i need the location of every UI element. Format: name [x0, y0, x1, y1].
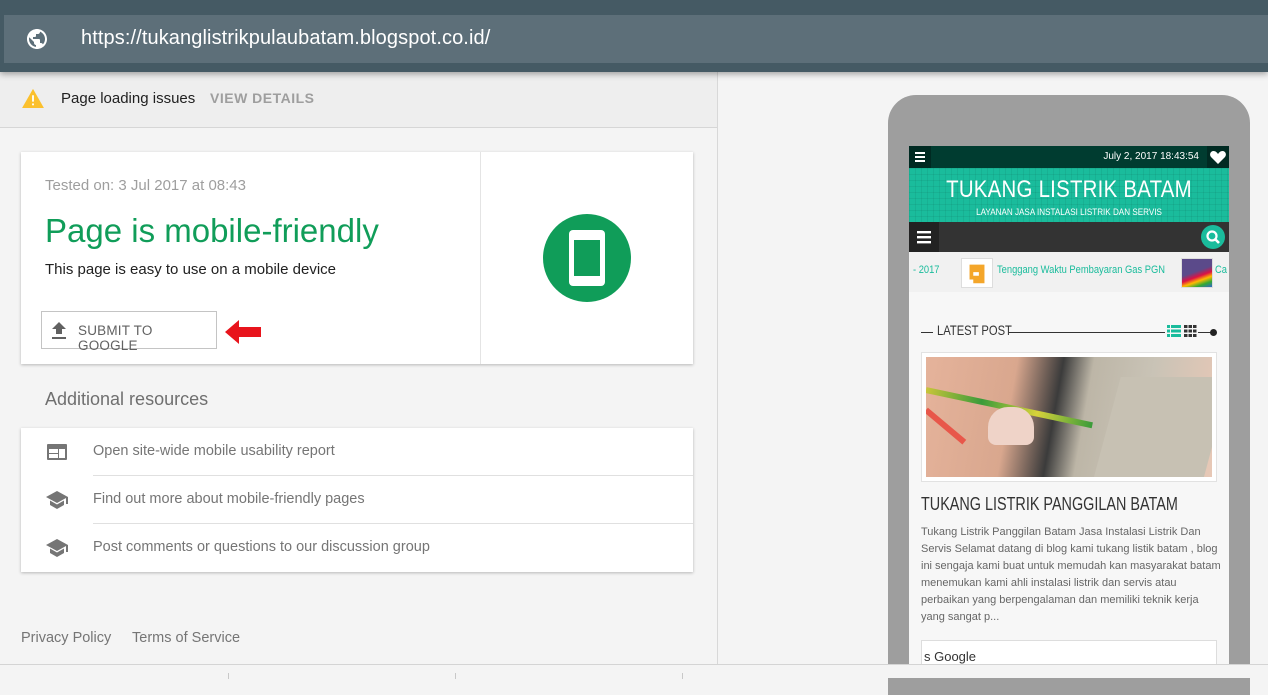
divider [228, 673, 229, 679]
preview-site-title: TUKANG LISTRIK BATAM [946, 176, 1192, 203]
ticker-item: Ca [1215, 264, 1227, 276]
page-loading-issues-bar: Page loading issues VIEW DETAILS [0, 72, 717, 128]
google-widget: s Google [921, 640, 1217, 664]
wire-stripping-photo [926, 357, 1212, 477]
paypal-thumbnail [1181, 258, 1213, 288]
bottom-strip [0, 664, 1268, 679]
submit-label: SUBMIT TO GOOGLE [78, 323, 153, 353]
upload-icon [52, 322, 66, 339]
divider [455, 673, 456, 679]
list-view-icon [1167, 325, 1181, 337]
web-layout-icon [47, 444, 67, 460]
resource-item-learn-more[interactable]: Find out more about mobile-friendly page… [21, 476, 693, 524]
result-card: Tested on: 3 Jul 2017 at 08:43 Page is m… [21, 152, 693, 364]
preview-site-header: TUKANG LISTRIK BATAM LAYANAN JASA INSTAL… [909, 168, 1229, 222]
submit-to-google-button[interactable]: SUBMIT TO GOOGLE [41, 311, 217, 353]
resource-item-discussion-group[interactable]: Post comments or questions to our discus… [21, 524, 693, 572]
school-icon [46, 491, 68, 509]
globe-icon [27, 29, 47, 49]
mobile-friendly-badge [543, 214, 631, 302]
resource-item-usability-report[interactable]: Open site-wide mobile usability report [21, 428, 693, 476]
post-excerpt: Tukang Listrik Panggilan Batam Jasa Inst… [921, 526, 1221, 623]
smartphone-icon [569, 230, 605, 286]
mobile-preview-screen: July 2, 2017 18:43:54 TUKANG LISTRIK BAT… [909, 146, 1229, 664]
grid-view-icon [1184, 325, 1197, 337]
hamburger-menu-icon [909, 222, 939, 252]
url-field[interactable]: https://tukanglistrikpulaubatam.blogspot… [4, 15, 1268, 63]
latest-post-heading: LATEST POST [921, 320, 1217, 340]
post-thumbnail [921, 352, 1217, 482]
terms-of-service-link[interactable]: Terms of Service [132, 630, 240, 646]
url-text: https://tukanglistrikpulaubatam.blogspot… [81, 27, 491, 49]
search-icon [1201, 225, 1225, 249]
result-summary: Tested on: 3 Jul 2017 at 08:43 Page is m… [21, 152, 481, 364]
preview-nav [909, 222, 1229, 252]
resource-label: Post comments or questions to our discus… [93, 539, 430, 555]
heart-icon [1207, 146, 1229, 168]
google-widget-text: s Google [924, 649, 977, 664]
tested-on-text: Tested on: 3 Jul 2017 at 08:43 [45, 177, 246, 194]
heading-dot [1210, 329, 1217, 336]
heading-line [921, 332, 933, 333]
preview-ticker: - 2017 Tenggang Waktu Pembayaran Gas PGN… [909, 252, 1229, 292]
resource-label: Open site-wide mobile usability report [93, 443, 335, 459]
red-arrow-annotation [225, 320, 261, 344]
gas-logo-thumbnail [961, 258, 993, 288]
footer-links: Privacy Policy Terms of Service [21, 630, 257, 646]
warning-icon [22, 88, 44, 108]
ticker-item: Tenggang Waktu Pembayaran Gas PGN [997, 264, 1166, 276]
result-description: This page is easy to use on a mobile dev… [45, 261, 336, 278]
issues-label: Page loading issues [61, 90, 196, 107]
school-icon [46, 539, 68, 557]
result-headline: Page is mobile-friendly [45, 212, 379, 249]
view-details-link[interactable]: VIEW DETAILS [210, 90, 315, 106]
url-bar: https://tukanglistrikpulaubatam.blogspot… [0, 0, 1268, 72]
preview-date: July 2, 2017 18:43:54 [1103, 151, 1199, 162]
heading-line [1009, 332, 1165, 333]
additional-resources-heading: Additional resources [45, 389, 209, 409]
results-panel: Page loading issues VIEW DETAILS Tested … [0, 72, 718, 664]
preview-topbar: July 2, 2017 18:43:54 [909, 146, 1229, 168]
preview-tagline: LAYANAN JASA INSTALASI LISTRIK DAN SERVI… [976, 207, 1162, 217]
ticker-item: - 2017 [913, 264, 940, 276]
small-menu-icon [909, 146, 931, 168]
resources-list: Open site-wide mobile usability report F… [21, 428, 693, 572]
latest-post-label: LATEST POST [937, 322, 1012, 338]
privacy-policy-link[interactable]: Privacy Policy [21, 630, 111, 646]
resource-label: Find out more about mobile-friendly page… [93, 491, 365, 507]
post-title: TUKANG LISTRIK PANGGILAN BATAM [921, 494, 1178, 514]
divider [682, 673, 683, 679]
